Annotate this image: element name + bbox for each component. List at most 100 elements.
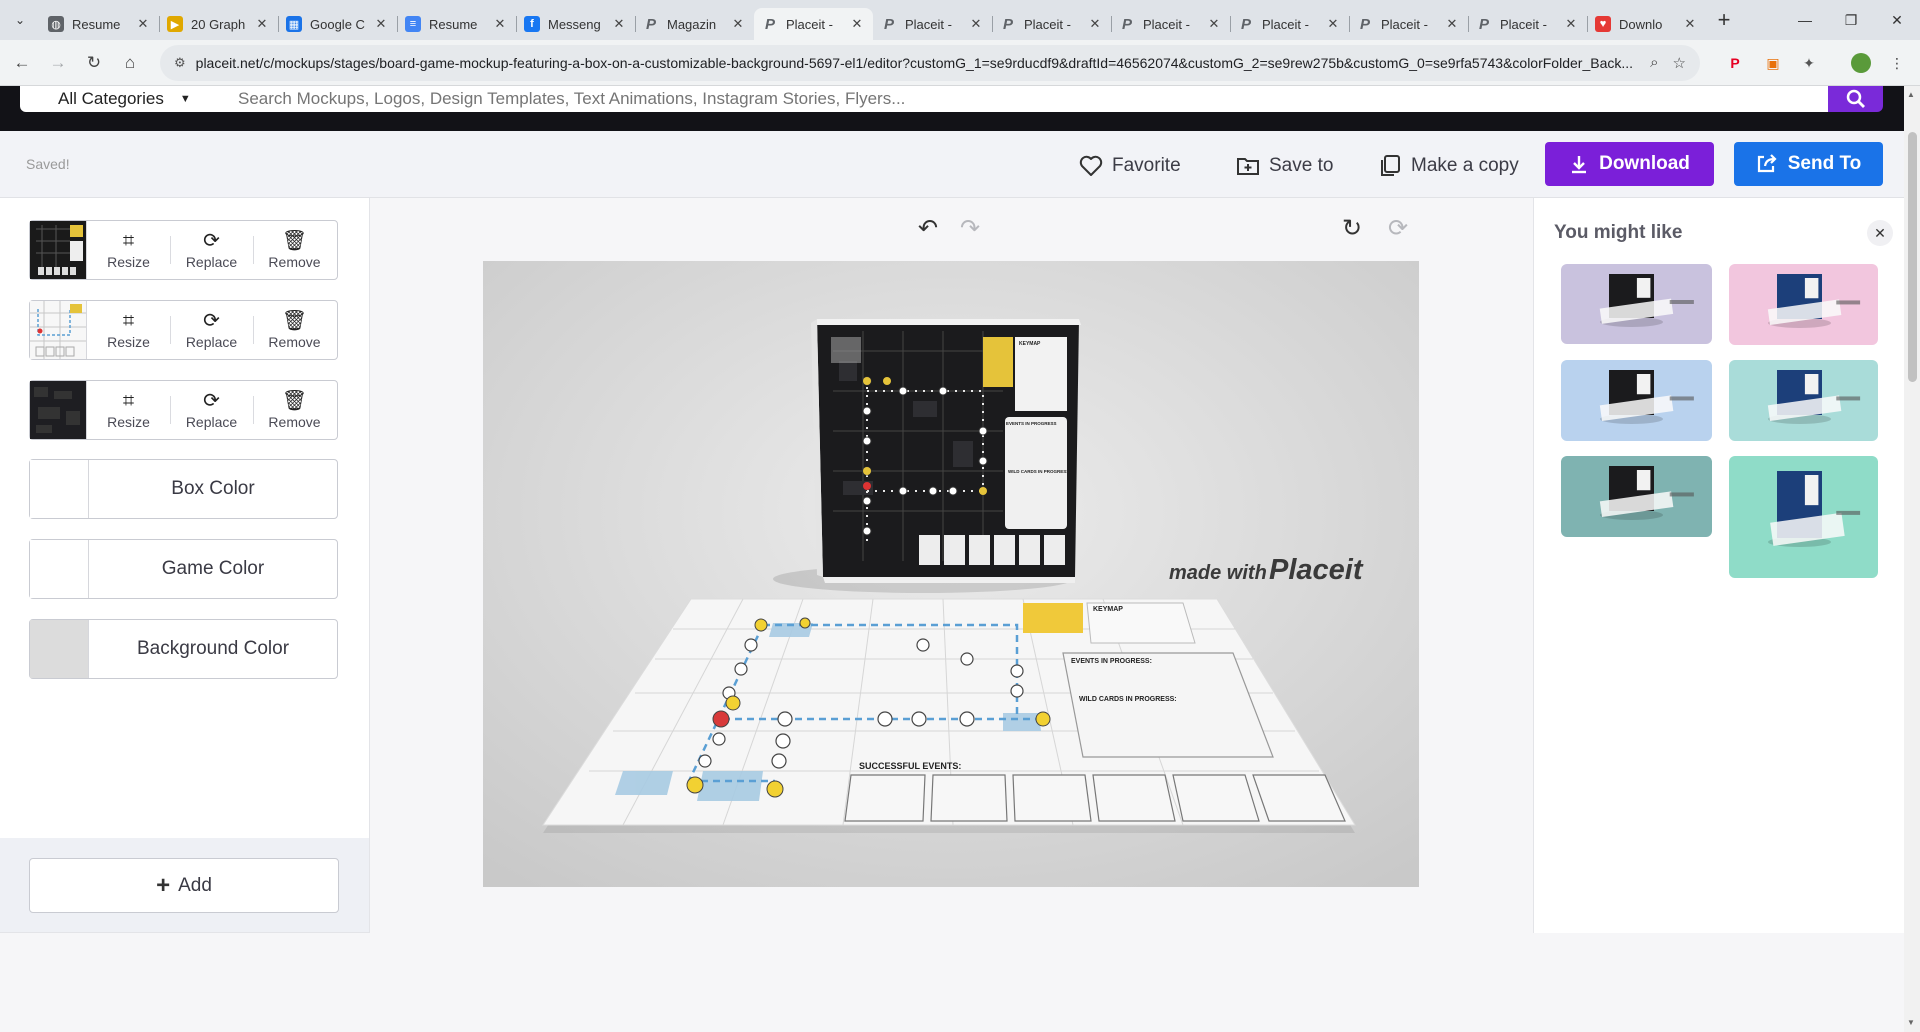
suggestion-aqua[interactable]: [1729, 360, 1878, 441]
browser-tab-title: Messeng: [548, 16, 601, 32]
box-events-text: EVENTS IN PROGRESS: [1006, 421, 1057, 426]
browser-tab[interactable]: P Placeit - ✕: [873, 8, 992, 40]
tab-close-icon[interactable]: ✕: [1206, 16, 1222, 32]
tab-close-icon[interactable]: ✕: [254, 16, 270, 32]
tab-close-icon[interactable]: ✕: [492, 16, 508, 32]
url-omnibox[interactable]: ⚙ placeit.net/c/mockups/stages/board-gam…: [160, 45, 1700, 81]
browser-tab[interactable]: P Placeit - ✕: [754, 8, 873, 40]
redo-icon[interactable]: ↷: [960, 214, 980, 243]
restore-icon[interactable]: ❐: [1828, 0, 1874, 40]
browser-tab[interactable]: P Placeit - ✕: [1111, 8, 1230, 40]
browser-tab[interactable]: ≡ Resume ✕: [397, 8, 516, 40]
tab-strip: ◍ Resume ✕ ▶ 20 Graph ✕ ▦ Google C ✕ ≡ Resume ✕ f Mes…: [40, 0, 1706, 40]
favorite-button[interactable]: Favorite: [1079, 151, 1181, 181]
browser-tab[interactable]: P Placeit - ✕: [1468, 8, 1587, 40]
layer-thumbnail-box-side[interactable]: [30, 381, 87, 439]
suggestion-teal[interactable]: [1561, 456, 1712, 537]
browser-tab[interactable]: P Placeit - ✕: [1230, 8, 1349, 40]
forward-arrow-icon[interactable]: →: [40, 45, 76, 81]
tab-close-icon[interactable]: ✕: [1563, 16, 1579, 32]
add-section: + Add: [0, 838, 370, 933]
tab-close-icon[interactable]: ✕: [968, 16, 984, 32]
make-copy-button[interactable]: Make a copy: [1378, 151, 1519, 181]
refresh-preview-icon[interactable]: ↻: [1342, 214, 1362, 243]
background-color-swatch[interactable]: [30, 620, 89, 678]
browser-tab[interactable]: P Magazin ✕: [635, 8, 754, 40]
zoom-icon[interactable]: ⌕: [1650, 54, 1658, 72]
remove-button[interactable]: 🗑 Remove: [253, 381, 336, 439]
resize-button[interactable]: ⌗ Resize: [87, 221, 170, 279]
undo-icon[interactable]: ↶: [918, 214, 938, 243]
layer-thumbnail-box-art[interactable]: [30, 221, 87, 279]
suggestion-mint[interactable]: [1729, 456, 1878, 578]
browser-tab-bar: ⌄ ◍ Resume ✕ ▶ 20 Graph ✕ ▦ Google C ✕ ≡ Resume ✕ f M…: [0, 0, 1920, 40]
remove-button[interactable]: 🗑 Remove: [253, 221, 336, 279]
site-info-icon[interactable]: ⚙: [174, 55, 186, 71]
tab-close-icon[interactable]: ✕: [135, 16, 151, 32]
close-window-icon[interactable]: ✕: [1874, 0, 1920, 40]
browser-tab[interactable]: P Placeit - ✕: [1349, 8, 1468, 40]
background-color-picker[interactable]: Background Color: [29, 619, 338, 679]
scroll-thumb[interactable]: [1908, 132, 1917, 382]
replace-button[interactable]: ⟳ Replace: [170, 301, 253, 359]
tab-search-chevron-icon[interactable]: ⌄: [0, 0, 40, 40]
extensions-puzzle-icon[interactable]: ✦: [1794, 48, 1824, 78]
extension-badge-icon[interactable]: ▣: [1758, 48, 1788, 78]
reset-icon[interactable]: ⟳: [1388, 214, 1408, 243]
home-icon[interactable]: ⌂: [112, 45, 148, 81]
game-color-picker[interactable]: Game Color: [29, 539, 338, 599]
game-color-swatch[interactable]: [30, 540, 89, 598]
pinterest-extension-icon[interactable]: P: [1720, 48, 1750, 78]
scroll-up-arrow-icon[interactable]: ▲: [1907, 90, 1915, 99]
search-button[interactable]: [1828, 86, 1883, 112]
profile-avatar[interactable]: [1846, 48, 1876, 78]
suggestion-lavender[interactable]: [1561, 264, 1712, 344]
tab-close-icon[interactable]: ✕: [849, 16, 865, 32]
bookmark-star-icon[interactable]: ☆: [1673, 54, 1686, 72]
reload-icon[interactable]: ↻: [76, 45, 112, 81]
tab-close-icon[interactable]: ✕: [1444, 16, 1460, 32]
tab-close-icon[interactable]: ✕: [1087, 16, 1103, 32]
url-text[interactable]: placeit.net/c/mockups/stages/board-game-…: [196, 55, 1636, 71]
game-color-label: Game Color: [161, 558, 265, 579]
watermark-brand: Placeit: [1269, 554, 1364, 586]
minimize-icon[interactable]: —: [1782, 0, 1828, 40]
add-button[interactable]: + Add: [29, 858, 339, 913]
scroll-down-arrow-icon[interactable]: ▼: [1907, 1018, 1915, 1027]
replace-cycle-icon: ⟳: [203, 309, 220, 332]
download-button[interactable]: Download: [1545, 142, 1714, 186]
tab-close-icon[interactable]: ✕: [1682, 16, 1698, 32]
replace-button[interactable]: ⟳ Replace: [170, 221, 253, 279]
new-tab-button[interactable]: +: [1706, 0, 1742, 40]
browser-menu-icon[interactable]: ⋮: [1882, 48, 1912, 78]
browser-tab[interactable]: ▶ 20 Graph ✕: [159, 8, 278, 40]
search-input[interactable]: [220, 86, 1828, 112]
resize-button[interactable]: ⌗ Resize: [87, 381, 170, 439]
globe-icon: ◍: [48, 16, 64, 32]
replace-button[interactable]: ⟳ Replace: [170, 381, 253, 439]
tab-close-icon[interactable]: ✕: [373, 16, 389, 32]
suggestion-light-blue[interactable]: [1561, 360, 1712, 441]
browser-tab[interactable]: P Placeit - ✕: [992, 8, 1111, 40]
browser-tab[interactable]: ◍ Resume ✕: [40, 8, 159, 40]
tab-close-icon[interactable]: ✕: [730, 16, 746, 32]
suggestion-pink[interactable]: [1729, 264, 1878, 345]
back-arrow-icon[interactable]: ←: [4, 45, 40, 81]
game-box: KEYMAP EVENTS IN PROGRESS WILD CARDS IN …: [811, 319, 1081, 583]
page-scrollbar[interactable]: ▲ ▼: [1904, 86, 1920, 1032]
resize-button[interactable]: ⌗ Resize: [87, 301, 170, 359]
browser-tab[interactable]: ▦ Google C ✕: [278, 8, 397, 40]
close-suggestions-button[interactable]: ✕: [1867, 220, 1893, 246]
layer-thumbnail-board-art[interactable]: [30, 301, 87, 359]
send-to-label: Send To: [1787, 153, 1862, 174]
save-to-button[interactable]: Save to: [1236, 151, 1333, 181]
send-to-button[interactable]: Send To: [1734, 142, 1883, 186]
box-color-picker[interactable]: Box Color: [29, 459, 338, 519]
category-select[interactable]: All Categories ▼: [20, 86, 220, 112]
browser-tab[interactable]: ♥ Downlo ✕: [1587, 8, 1706, 40]
remove-button[interactable]: 🗑 Remove: [253, 301, 336, 359]
tab-close-icon[interactable]: ✕: [1325, 16, 1341, 32]
tab-close-icon[interactable]: ✕: [611, 16, 627, 32]
box-color-swatch[interactable]: [30, 460, 89, 518]
browser-tab[interactable]: f Messeng ✕: [516, 8, 635, 40]
